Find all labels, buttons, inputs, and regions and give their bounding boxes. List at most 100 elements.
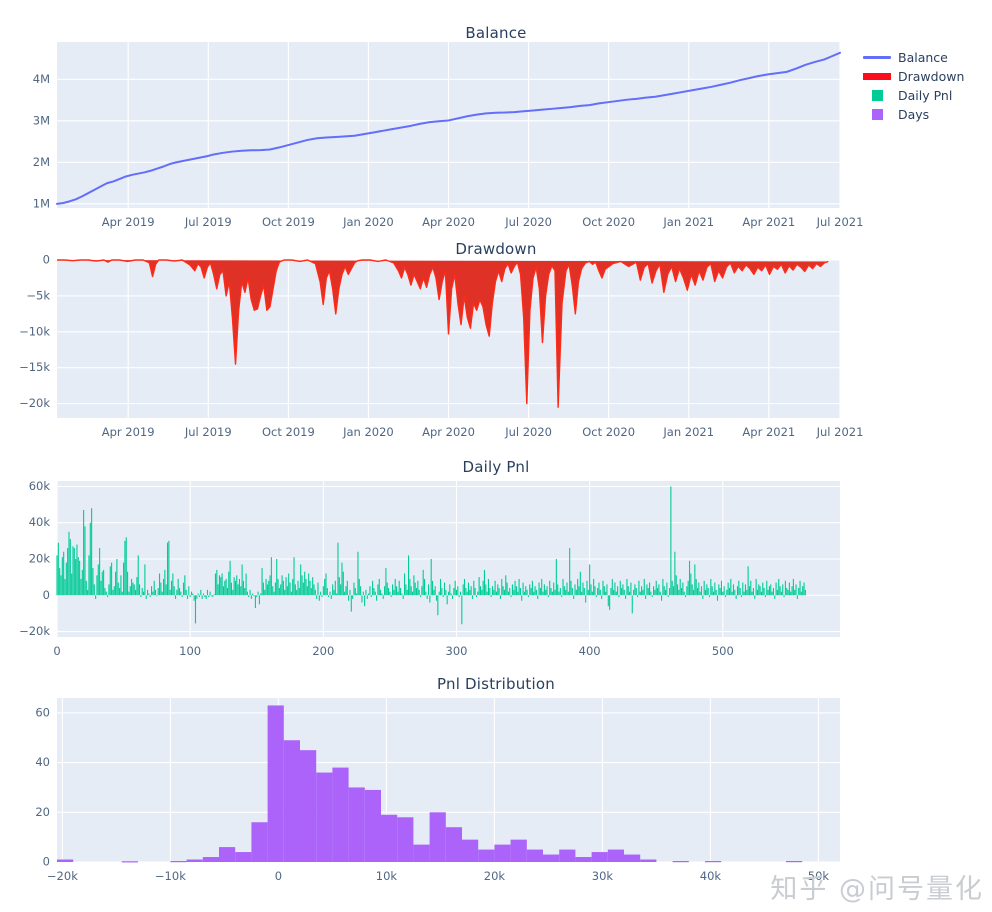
daily-pnl-bar [301,575,303,596]
daily-pnl-bar [502,586,504,596]
x-axis-tick-label: 20k [484,869,506,883]
histogram-bar [57,859,74,862]
histogram-bar [283,740,300,862]
daily-pnl-bar [481,589,483,596]
legend-item-days[interactable]: Days [862,105,992,124]
daily-pnl-bar [629,591,631,596]
daily-pnl-bar [168,540,170,596]
daily-pnl-chart-svg: 60k40k20k0−20k0 100 200 300 400 500 [19,479,840,658]
daily-pnl-bar [300,564,302,596]
daily-pnl-bar [352,595,354,599]
legend-item-daily-pnl[interactable]: Daily Pnl [862,86,992,105]
y-axis-tick-label: 60k [29,479,51,493]
daily-pnl-bar [228,571,230,596]
daily-pnl-bar [204,595,206,598]
legend-item-drawdown[interactable]: Drawdown [862,67,992,86]
daily-pnl-bar [525,586,527,596]
daily-pnl-bar [474,588,476,596]
daily-pnl-bar [695,578,697,596]
daily-pnl-bar [690,573,692,596]
daily-pnl-bar [413,575,415,596]
daily-pnl-bar [333,589,335,596]
daily-pnl-bar [587,589,589,596]
x-axis-tick-label: 30k [592,869,614,883]
daily-pnl-bar [506,582,508,596]
daily-pnl-bar [594,586,596,596]
daily-pnl-bar [115,571,117,596]
daily-pnl-bar [686,586,688,596]
daily-pnl-bar [694,564,696,596]
daily-pnl-bar [426,595,428,599]
daily-pnl-bar [507,591,509,596]
daily-pnl-bar [559,588,561,596]
daily-pnl-bar [751,591,753,596]
daily-pnl-bar [518,578,520,596]
daily-pnl-bar [145,595,147,599]
daily-pnl-bar [244,588,246,596]
daily-pnl-bar [715,589,717,596]
histogram-bar [494,844,511,862]
daily-pnl-bar [396,586,398,596]
daily-pnl-bar [678,589,680,596]
daily-pnl-bar [241,564,243,596]
daily-pnl-bar [96,575,98,596]
daily-pnl-bar [316,595,318,599]
daily-pnl-bar [170,580,173,596]
daily-pnl-bar [670,486,672,596]
daily-pnl-bar [663,586,665,596]
x-axis-tick-label: 10k [376,869,398,883]
daily-pnl-bar [649,582,651,596]
y-axis-tick-label: 3M [33,113,50,127]
daily-pnl-bar [119,588,121,596]
y-axis-tick-label: 40k [29,515,51,529]
y-axis-tick-label: 0 [43,855,50,869]
daily-pnl-bar [744,584,746,596]
daily-pnl-bar [136,577,138,596]
daily-pnl-bar [541,578,543,596]
daily-pnl-bar [274,582,276,596]
daily-pnl-bar [157,588,159,596]
y-axis-tick-label: −5k [26,288,50,302]
daily-pnl-bar [711,586,713,596]
daily-pnl-bar [666,582,668,596]
x-axis-tick-label: Oct 2019 [262,425,315,439]
daily-pnl-bar [350,595,352,612]
daily-pnl-bar [144,564,146,596]
daily-pnl-bar [742,582,744,596]
legend-item-balance[interactable]: Balance [862,48,992,67]
daily-pnl-bar [79,560,81,596]
daily-pnl-bar [260,593,262,596]
daily-pnl-bar [778,578,780,596]
x-axis-tick-label: Jul 2020 [504,425,552,439]
daily-pnl-bar [341,562,343,596]
daily-pnl-bar [152,591,154,596]
daily-pnl-bar [73,548,75,596]
histogram-bar [591,852,608,862]
daily-pnl-bar [340,584,342,596]
daily-pnl-bar [746,589,748,596]
daily-pnl-bar [802,586,804,596]
histogram-bar [462,839,479,862]
daily-pnl-bar [154,589,157,596]
daily-pnl-bar [698,582,700,596]
daily-pnl-bar [127,571,129,596]
daily-pnl-bar [201,595,203,599]
daily-pnl-bar [161,591,163,596]
daily-pnl-bar [752,588,754,596]
daily-pnl-bar [214,573,217,596]
daily-pnl-bar [425,591,427,596]
daily-pnl-bar [661,595,663,601]
x-axis-tick-label: 500 [712,644,734,658]
daily-pnl-bar [574,584,576,596]
daily-pnl-bar [543,584,545,596]
daily-pnl-bar [60,575,62,596]
daily-pnl-bar [284,589,286,596]
daily-pnl-bar [336,593,338,596]
histogram-bar [235,852,252,862]
daily-pnl-bar [726,589,728,596]
daily-pnl-bar [535,589,537,596]
daily-pnl-bar [680,588,683,596]
daily-pnl-bar [289,582,291,596]
daily-pnl-bar [230,582,232,596]
histogram-bar [186,859,203,862]
